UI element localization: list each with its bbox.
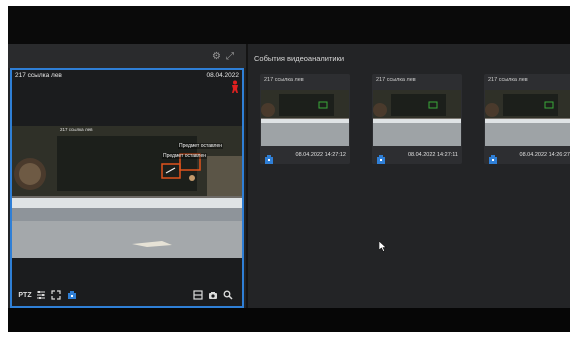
workspace: ⚙ ⤢ 217 ссылка лев 08.04.2022 217 ссылка… bbox=[8, 44, 570, 308]
event-camera-name: 217 ссылка лев bbox=[488, 77, 528, 83]
adjust-icon[interactable] bbox=[35, 290, 46, 302]
event-card[interactable]: 217 ссылка лев 08.04.2022 14:27:11 bbox=[372, 74, 462, 164]
camera-video[interactable]: 217 ссылка лев Предмет оставлен Предмет … bbox=[12, 126, 242, 258]
event-card[interactable]: 217 ссылка лев 08.04.2022 14:26:27 bbox=[484, 74, 570, 164]
mouse-cursor-icon bbox=[378, 239, 387, 252]
camera-date: 08.04.2022 bbox=[206, 72, 239, 79]
event-thumbnail[interactable] bbox=[485, 90, 570, 146]
detection-label: Предмет оставлен bbox=[162, 153, 207, 159]
ptz-button[interactable]: PTZ bbox=[18, 290, 32, 302]
event-timestamp: 08.04.2022 14:27:11 bbox=[407, 152, 458, 158]
snapshot-camera-icon[interactable] bbox=[207, 290, 218, 302]
event-camera-name: 217 ссылка лев bbox=[264, 77, 304, 83]
archive-icon[interactable] bbox=[66, 290, 77, 302]
camera-tile[interactable]: 217 ссылка лев 08.04.2022 217 ссылка лев… bbox=[10, 68, 244, 308]
expand-icon[interactable]: ⤢ bbox=[226, 51, 234, 62]
layout-icon[interactable] bbox=[192, 290, 203, 302]
bottom-bar bbox=[8, 308, 570, 332]
event-timestamp: 08.04.2022 14:26:27 bbox=[519, 152, 570, 158]
alarm-person-icon[interactable] bbox=[230, 80, 240, 94]
detection-label: Предмет оставлен bbox=[178, 143, 223, 149]
top-bar bbox=[8, 6, 570, 44]
event-thumbnail[interactable] bbox=[373, 90, 461, 146]
camera-panel-header: ⚙ ⤢ bbox=[8, 44, 246, 68]
event-timestamp: 08.04.2022 14:27:12 bbox=[295, 152, 346, 158]
camera-title: 217 ссылка лев bbox=[15, 72, 62, 79]
zoom-search-icon[interactable] bbox=[222, 290, 233, 302]
app-frame: ⚙ ⤢ 217 ссылка лев 08.04.2022 217 ссылка… bbox=[8, 6, 570, 332]
events-panel-title: События видеоаналитики bbox=[254, 54, 345, 63]
archive-icon[interactable] bbox=[488, 151, 498, 164]
event-card[interactable]: 217 ссылка лев 08.04.2022 14:27:12 bbox=[260, 74, 350, 164]
event-camera-name: 217 ссылка лев bbox=[376, 77, 416, 83]
gear-icon[interactable]: ⚙ bbox=[212, 51, 221, 62]
camera-header-icons: ⚙ ⤢ bbox=[212, 50, 242, 62]
panel-divider[interactable] bbox=[246, 44, 248, 308]
video-camera-caption: 217 ссылка лев bbox=[60, 127, 93, 132]
camera-controls: PTZ bbox=[12, 286, 242, 306]
archive-icon[interactable] bbox=[376, 151, 386, 164]
event-thumbnail[interactable] bbox=[261, 90, 349, 146]
fullscreen-icon[interactable] bbox=[50, 290, 61, 302]
archive-icon[interactable] bbox=[264, 151, 274, 164]
